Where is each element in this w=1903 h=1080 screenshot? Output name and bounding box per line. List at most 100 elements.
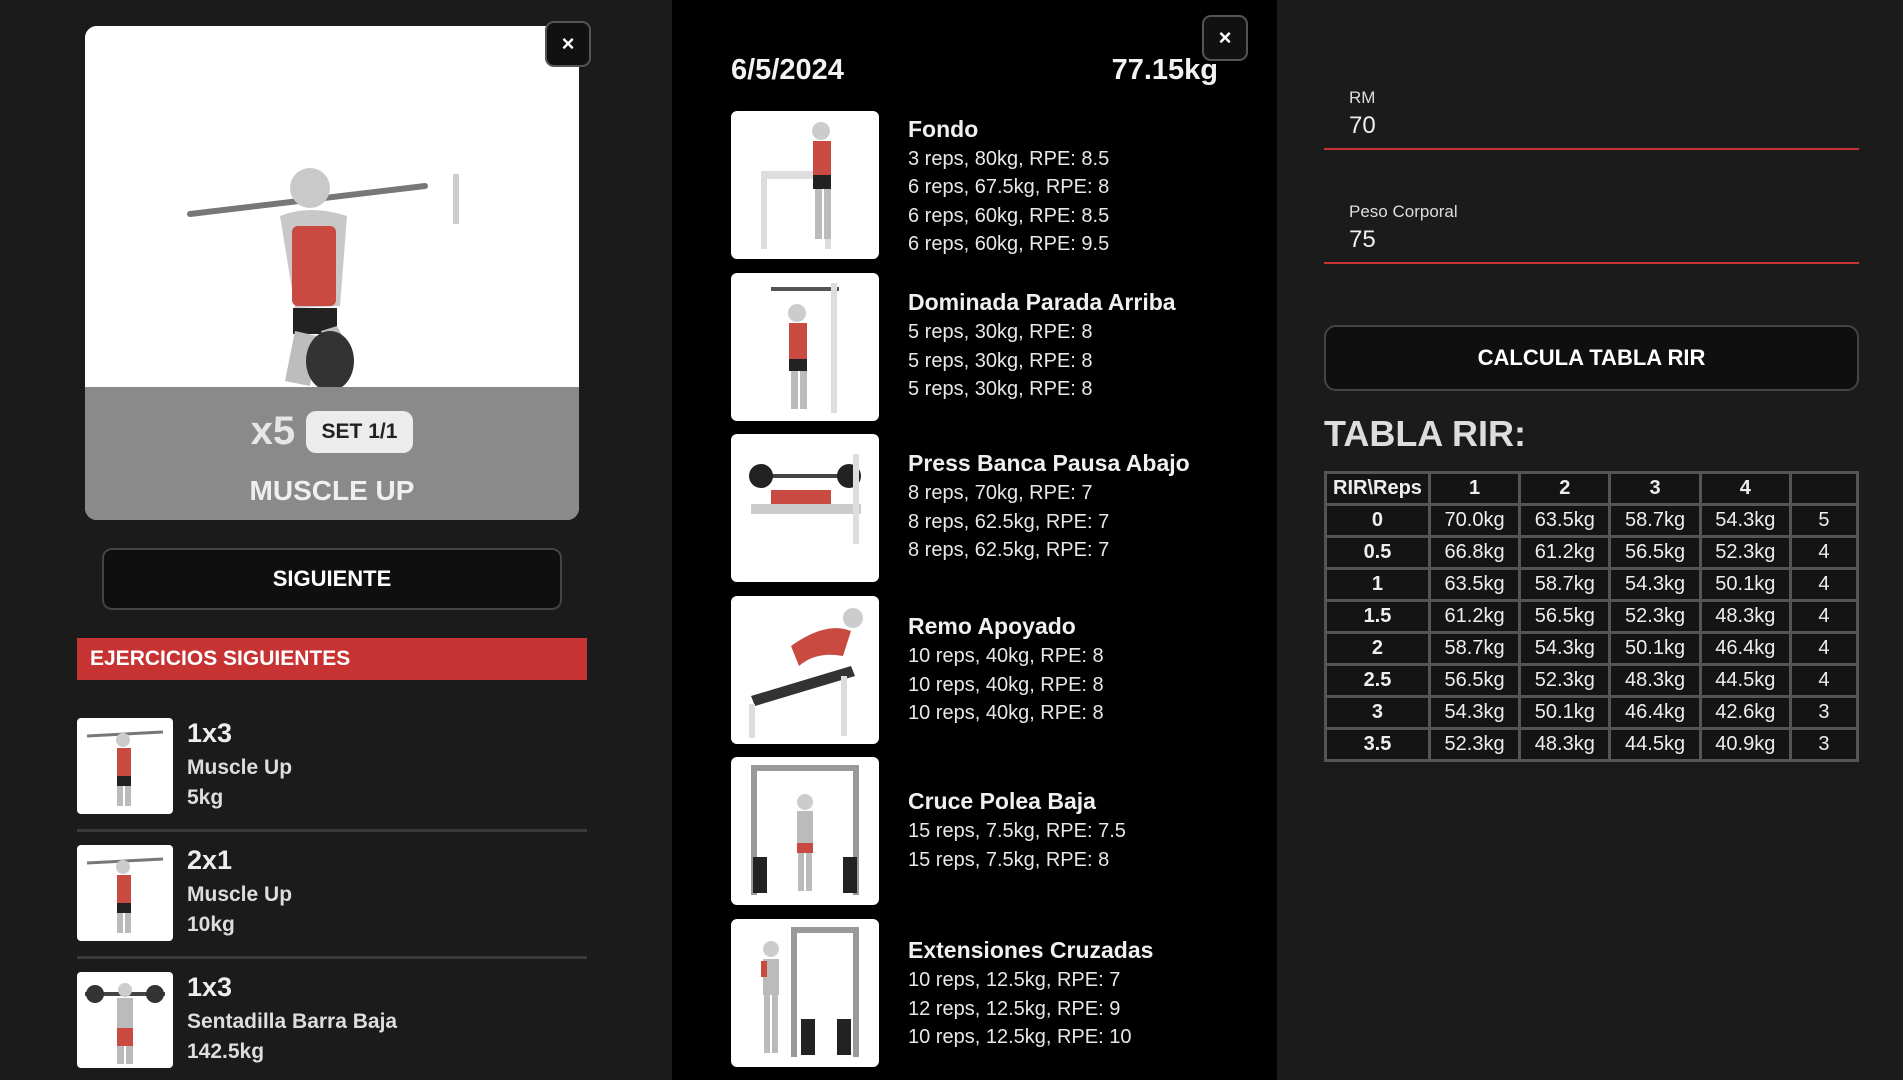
rir-table-row: 1 63.5kg 58.7kg 54.3kg 50.1kg 4 [1327, 570, 1856, 599]
next-exercises-header: EJERCICIOS SIGUIENTES [77, 638, 587, 680]
history-set: 6 reps, 67.5kg, RPE: 8 [908, 176, 1110, 198]
exercise-thumbnail [77, 845, 173, 941]
rir-cell: 50.1kg [1611, 634, 1699, 663]
history-exercise: Press Banca Pausa Abajo 8 reps, 70kg, RP… [731, 434, 1231, 582]
reps-count: x5 [250, 409, 296, 453]
next-exercise-item[interactable]: 2x1 Muscle Up 10kg [77, 833, 587, 959]
history-set: 5 reps, 30kg, RPE: 8 [908, 350, 1093, 372]
set-badge: SET 1/1 [305, 410, 414, 453]
rir-table-header-row: RIR\Reps 1 2 3 4 [1327, 474, 1856, 503]
rir-cell: 4 [1791, 570, 1856, 599]
rm-input[interactable]: 70 [1349, 112, 1376, 140]
exercise-thumbnail [731, 757, 879, 905]
history-exercise-name: Dominada Parada Arriba [908, 289, 1176, 315]
current-exercise-card: x5 SET 1/1 MUSCLE UP [85, 26, 579, 520]
history-set: 5 reps, 30kg, RPE: 8 [908, 378, 1093, 400]
history-exercise-name: Fondo [908, 116, 979, 142]
next-sets-reps: 2x1 [187, 845, 233, 875]
exercise-thumbnail [731, 273, 879, 421]
rir-cell: 63.5kg [1521, 506, 1609, 535]
rm-label: RM [1349, 88, 1376, 107]
header-cell: 4 [1701, 474, 1789, 503]
history-set: 10 reps, 12.5kg, RPE: 10 [908, 1026, 1132, 1048]
rir-cell: 48.3kg [1521, 730, 1609, 759]
rir-table-scroll[interactable]: RIR\Reps 1 2 3 4 0 70.0kg 63.5kg 58.7kg 54.3… [1324, 471, 1859, 764]
exercise-thumbnail [77, 718, 173, 814]
rir-cell: 3 [1791, 730, 1856, 759]
rir-cell: 44.5kg [1611, 730, 1699, 759]
rir-cell: 46.4kg [1701, 634, 1789, 663]
rir-cell: 40.9kg [1701, 730, 1789, 759]
rir-cell: 58.7kg [1521, 570, 1609, 599]
history-set: 10 reps, 40kg, RPE: 8 [908, 645, 1104, 667]
rir-row-label: 0.5 [1327, 538, 1428, 567]
history-exercise-name: Remo Apoyado [908, 613, 1076, 639]
exercise-thumbnail [731, 919, 879, 1067]
rir-calculator-panel: RM 70 Peso Corporal 75 CALCULA TABLA RIR… [1277, 0, 1903, 1080]
rir-cell: 46.4kg [1611, 698, 1699, 727]
rir-cell: 52.3kg [1701, 538, 1789, 567]
bodyweight-input[interactable]: 75 [1349, 226, 1376, 254]
calculate-rir-button[interactable]: CALCULA TABLA RIR [1324, 325, 1859, 391]
next-exercise-name: Sentadilla Barra Baja [187, 1010, 398, 1033]
rir-table: RIR\Reps 1 2 3 4 0 70.0kg 63.5kg 58.7kg 54.3… [1324, 471, 1859, 762]
exercise-thumbnail [77, 972, 173, 1068]
header-cell: 2 [1521, 474, 1609, 503]
rir-cell: 54.3kg [1521, 634, 1609, 663]
close-icon[interactable]: × [545, 21, 591, 67]
rir-cell: 54.3kg [1430, 698, 1519, 727]
rir-row-label: 2.5 [1327, 666, 1428, 695]
rir-row-label: 0 [1327, 506, 1428, 535]
rir-cell: 63.5kg [1430, 570, 1519, 599]
rir-cell: 48.3kg [1611, 666, 1699, 695]
exercise-name: MUSCLE UP [249, 475, 415, 506]
rir-cell: 4 [1791, 602, 1856, 631]
rir-cell: 48.3kg [1701, 602, 1789, 631]
header-cell: 1 [1430, 474, 1519, 503]
next-sets-reps: 1x3 [187, 718, 233, 748]
next-exercise-item[interactable]: 1x3 Sentadilla Barra Baja 142.5kg [77, 960, 587, 1080]
rir-cell: 42.6kg [1701, 698, 1789, 727]
history-exercise: Dominada Parada Arriba 5 reps, 30kg, RPE… [731, 273, 1231, 421]
workout-history-panel: × 6/5/2024 77.15kg Fondo 3 reps, 80kg, R… [672, 0, 1277, 1080]
rir-cell: 70.0kg [1430, 506, 1519, 535]
bodyweight-field[interactable]: Peso Corporal 75 [1324, 194, 1859, 264]
exercise-thumbnail [731, 111, 879, 259]
header-cell: RIR\Reps [1327, 474, 1428, 503]
history-set: 6 reps, 60kg, RPE: 9.5 [908, 233, 1110, 255]
history-set: 6 reps, 60kg, RPE: 8.5 [908, 205, 1110, 227]
rir-row-label: 3.5 [1327, 730, 1428, 759]
history-exercise-name: Press Banca Pausa Abajo [908, 450, 1190, 476]
rir-cell: 58.7kg [1611, 506, 1699, 535]
rir-table-row: 3 54.3kg 50.1kg 46.4kg 42.6kg 3 [1327, 698, 1856, 727]
rir-table-row: 3.5 52.3kg 48.3kg 44.5kg 40.9kg 3 [1327, 730, 1856, 759]
history-bodyweight: 77.15kg [1111, 54, 1218, 86]
history-set: 15 reps, 7.5kg, RPE: 7.5 [908, 820, 1126, 842]
rir-cell: 54.3kg [1611, 570, 1699, 599]
history-set: 10 reps, 40kg, RPE: 8 [908, 702, 1104, 724]
rir-cell: 61.2kg [1430, 602, 1519, 631]
rir-table-row: 0 70.0kg 63.5kg 58.7kg 54.3kg 5 [1327, 506, 1856, 535]
history-exercise: Fondo 3 reps, 80kg, RPE: 8.5 6 reps, 67.… [731, 111, 1231, 259]
rir-cell: 50.1kg [1521, 698, 1609, 727]
rm-field[interactable]: RM 70 [1324, 80, 1859, 150]
history-set: 8 reps, 62.5kg, RPE: 7 [908, 511, 1110, 533]
rir-cell: 61.2kg [1521, 538, 1609, 567]
header-cell [1791, 474, 1856, 503]
next-exercise-weight: 5kg [187, 786, 224, 809]
rir-row-label: 1.5 [1327, 602, 1428, 631]
next-button[interactable]: SIGUIENTE [102, 548, 562, 610]
history-exercise: Cruce Polea Baja 15 reps, 7.5kg, RPE: 7.… [731, 757, 1231, 905]
rir-cell: 5 [1791, 506, 1856, 535]
rir-table-row: 0.5 66.8kg 61.2kg 56.5kg 52.3kg 4 [1327, 538, 1856, 567]
next-exercise-name: Muscle Up [187, 883, 293, 906]
exercise-thumbnail [731, 434, 879, 582]
next-sets-reps: 1x3 [187, 972, 233, 1002]
current-exercise-panel: x5 SET 1/1 MUSCLE UP × SIGUIENTE EJERCIC… [0, 0, 672, 1080]
rir-cell: 4 [1791, 634, 1856, 663]
rir-cell: 50.1kg [1701, 570, 1789, 599]
next-exercise-item[interactable]: 1x3 Muscle Up 5kg [77, 706, 587, 832]
history-set: 15 reps, 7.5kg, RPE: 8 [908, 849, 1110, 871]
rir-table-row: 2.5 56.5kg 52.3kg 48.3kg 44.5kg 4 [1327, 666, 1856, 695]
exercise-illustration [85, 26, 579, 391]
